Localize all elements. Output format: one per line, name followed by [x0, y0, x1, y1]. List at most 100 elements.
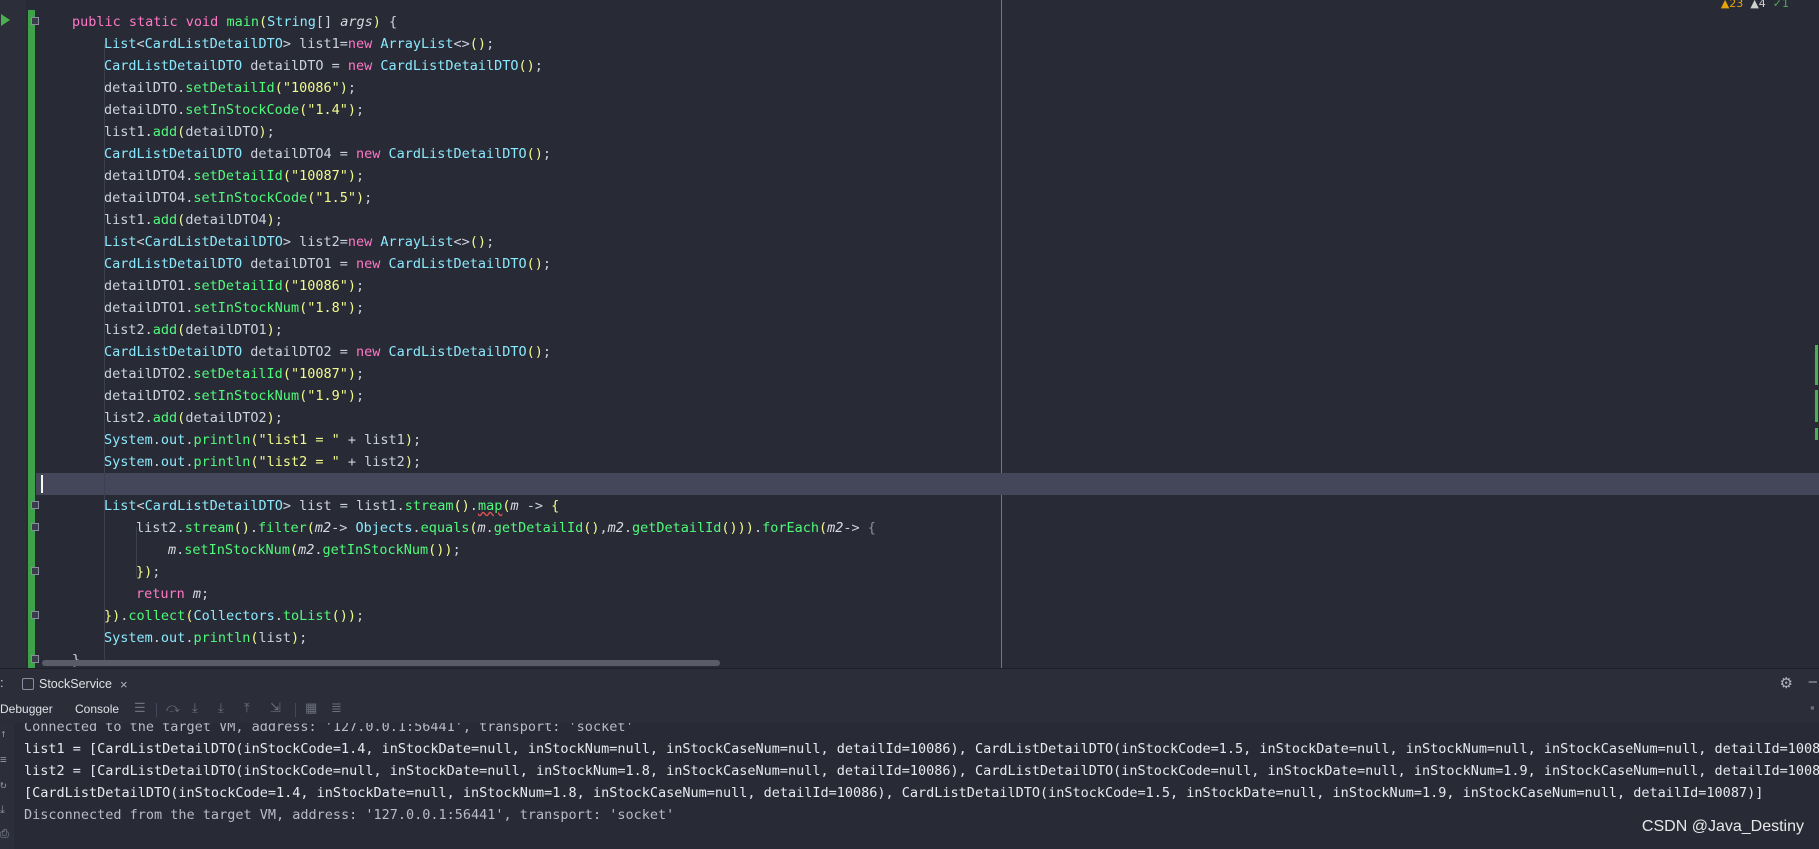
code-line[interactable]: detailDTO2.setInStockNum("1.9");	[104, 385, 364, 407]
weak-warning-count[interactable]: ▲4	[1750, 0, 1765, 10]
code-line[interactable]: CardListDetailDTO detailDTO4 = new CardL…	[104, 143, 551, 165]
code-line[interactable]: detailDTO2.setDetailId("10087");	[104, 363, 364, 385]
typo-count[interactable]: ✓1	[1773, 0, 1789, 10]
soft-wrap-icon[interactable]: ≡	[0, 753, 7, 766]
force-step-into-icon[interactable]: ⤓	[218, 700, 224, 716]
line-gutter[interactable]	[0, 0, 26, 668]
evaluate-expression-icon[interactable]: ▦	[305, 700, 317, 716]
code-token: "10087"	[290, 366, 348, 382]
console-line: list2 = [CardListDetailDTO(inStockCode=n…	[24, 763, 1819, 779]
code-token: System	[104, 454, 153, 470]
code-line[interactable]: m.setInStockNum(m2.getInStockNum());	[168, 539, 461, 561]
run-to-cursor-icon[interactable]: ⇲	[270, 700, 281, 716]
code-line[interactable]: detailDTO4.setDetailId("10087");	[104, 165, 364, 187]
code-token: ;	[364, 190, 373, 206]
tab-stockservice[interactable]: StockService ×	[22, 673, 128, 695]
horizontal-scrollbar[interactable]	[42, 660, 720, 666]
code-token: ArrayList	[380, 234, 454, 250]
step-over-icon[interactable]: ⤼	[166, 700, 180, 716]
code-token: ;	[486, 36, 495, 52]
code-token: + list1	[339, 432, 405, 448]
code-token: (	[250, 454, 259, 470]
fold-icon[interactable]	[31, 567, 39, 575]
layout-icon[interactable]: ▪	[1810, 700, 1815, 715]
toolbar-divider	[295, 703, 296, 717]
tab-debugger[interactable]: Debugger	[0, 702, 53, 716]
fold-icon[interactable]	[31, 17, 39, 25]
code-token: collect	[128, 608, 186, 624]
code-line[interactable]: System.out.println("list1 = " + list1);	[104, 429, 421, 451]
code-token: List	[104, 498, 137, 514]
fold-icon[interactable]	[31, 611, 39, 619]
code-token: list1.	[104, 124, 153, 140]
run-icon[interactable]	[1, 14, 10, 26]
code-line[interactable]: List<CardListDetailDTO> list2=new ArrayL…	[104, 231, 494, 253]
code-token: ;	[274, 322, 283, 338]
code-line[interactable]: list2.add(detailDTO1);	[104, 319, 283, 341]
code-line[interactable]: public static void main(String[] args) {	[72, 11, 397, 33]
code-line[interactable]: detailDTO4.setInStockCode("1.5");	[104, 187, 372, 209]
code-token: detailDTO2 =	[242, 344, 356, 360]
code-token: setInStockNum	[193, 300, 300, 316]
code-token: (	[274, 80, 283, 96]
code-token: setDetailId	[193, 168, 283, 184]
code-token: ;	[356, 278, 365, 294]
close-icon[interactable]: ×	[120, 677, 128, 692]
code-line[interactable]: CardListDetailDTO detailDTO2 = new CardL…	[104, 341, 551, 363]
code-line[interactable]: detailDTO.setDetailId("10086");	[104, 77, 356, 99]
code-token: list	[258, 630, 292, 646]
code-token: .	[485, 520, 494, 536]
code-token: toList	[282, 608, 332, 624]
code-token: .	[623, 520, 633, 536]
fold-icon[interactable]	[31, 523, 39, 531]
code-token: ()	[469, 36, 487, 52]
code-line[interactable]: list1.add(detailDTO4);	[104, 209, 283, 231]
code-line[interactable]: list2.add(detailDTO2);	[104, 407, 283, 429]
gear-icon[interactable]: ⚙	[1780, 674, 1793, 692]
trace-stream-icon[interactable]: ≣	[331, 700, 342, 716]
code-token: + list2	[339, 454, 405, 470]
code-token: out	[160, 630, 186, 646]
step-into-icon[interactable]: ⤓	[192, 700, 198, 716]
code-token: CardListDetailDTO	[104, 256, 243, 272]
step-out-icon[interactable]: ⤒	[244, 700, 250, 716]
code-line[interactable]: System.out.println("list2 = " + list2);	[104, 451, 421, 473]
code-token: detailDTO2.	[104, 366, 194, 382]
code-line[interactable]: return m;	[136, 583, 209, 605]
code-token: ;	[201, 586, 210, 602]
code-token: ()	[518, 58, 535, 74]
code-line[interactable]: CardListDetailDTO detailDTO = new CardLi…	[104, 55, 543, 77]
scroll-to-end-icon[interactable]: ⤓	[0, 803, 5, 817]
code-line[interactable]: detailDTO.setInStockCode("1.4");	[104, 99, 364, 121]
code-token: out	[160, 454, 186, 470]
code-line[interactable]: List<CardListDetailDTO> list = list1.str…	[104, 495, 559, 517]
code-token: )	[347, 388, 356, 404]
code-line[interactable]: detailDTO1.setInStockNum("1.8");	[104, 297, 364, 319]
up-arrow-icon[interactable]: ↑	[0, 727, 7, 740]
code-line[interactable]: System.out.println(list);	[104, 627, 307, 649]
code-line[interactable]: });	[136, 561, 160, 583]
tab-console[interactable]: Console	[75, 702, 119, 716]
code-token: equals	[420, 520, 470, 536]
print-icon[interactable]: ⎙	[0, 827, 9, 841]
fold-icon[interactable]	[31, 501, 39, 509]
code-line[interactable]: list2.stream().filter(m2-> Objects.equal…	[136, 517, 876, 539]
code-line[interactable]: detailDTO1.setDetailId("10086");	[104, 275, 364, 297]
fold-icon[interactable]	[31, 655, 39, 663]
code-line[interactable]: list1.add(detailDTO);	[104, 121, 275, 143]
watermark: CSDN @Java_Destiny	[1641, 818, 1804, 835]
console-output[interactable]: ↑ ≡ ↻ ⤓ ⎙ Connected to the target VM, ad…	[0, 723, 1819, 849]
debug-toolbar: Debugger Console ☰ ⤼ ⤓ ⤓ ⤒ ⇲ ▦ ≣ ▪	[0, 698, 1819, 723]
code-line[interactable]: CardListDetailDTO detailDTO1 = new CardL…	[104, 253, 551, 275]
inspection-status[interactable]: ▲23 ▲4 ✓1	[1721, 0, 1789, 10]
code-token: })	[136, 564, 153, 580]
restart-icon[interactable]: ↻	[0, 778, 7, 791]
code-line[interactable]: }).collect(Collectors.toList());	[104, 605, 364, 627]
code-token: (	[282, 366, 291, 382]
code-line[interactable]: List<CardListDetailDTO> list1=new ArrayL…	[104, 33, 494, 55]
menu-icon[interactable]: ☰	[134, 700, 146, 716]
minimize-icon[interactable]: –	[1809, 673, 1817, 690]
code-editor[interactable]: public static void main(String[] args) {…	[0, 0, 1819, 668]
code-token: )	[258, 124, 267, 140]
warning-count[interactable]: ▲23	[1721, 0, 1743, 10]
